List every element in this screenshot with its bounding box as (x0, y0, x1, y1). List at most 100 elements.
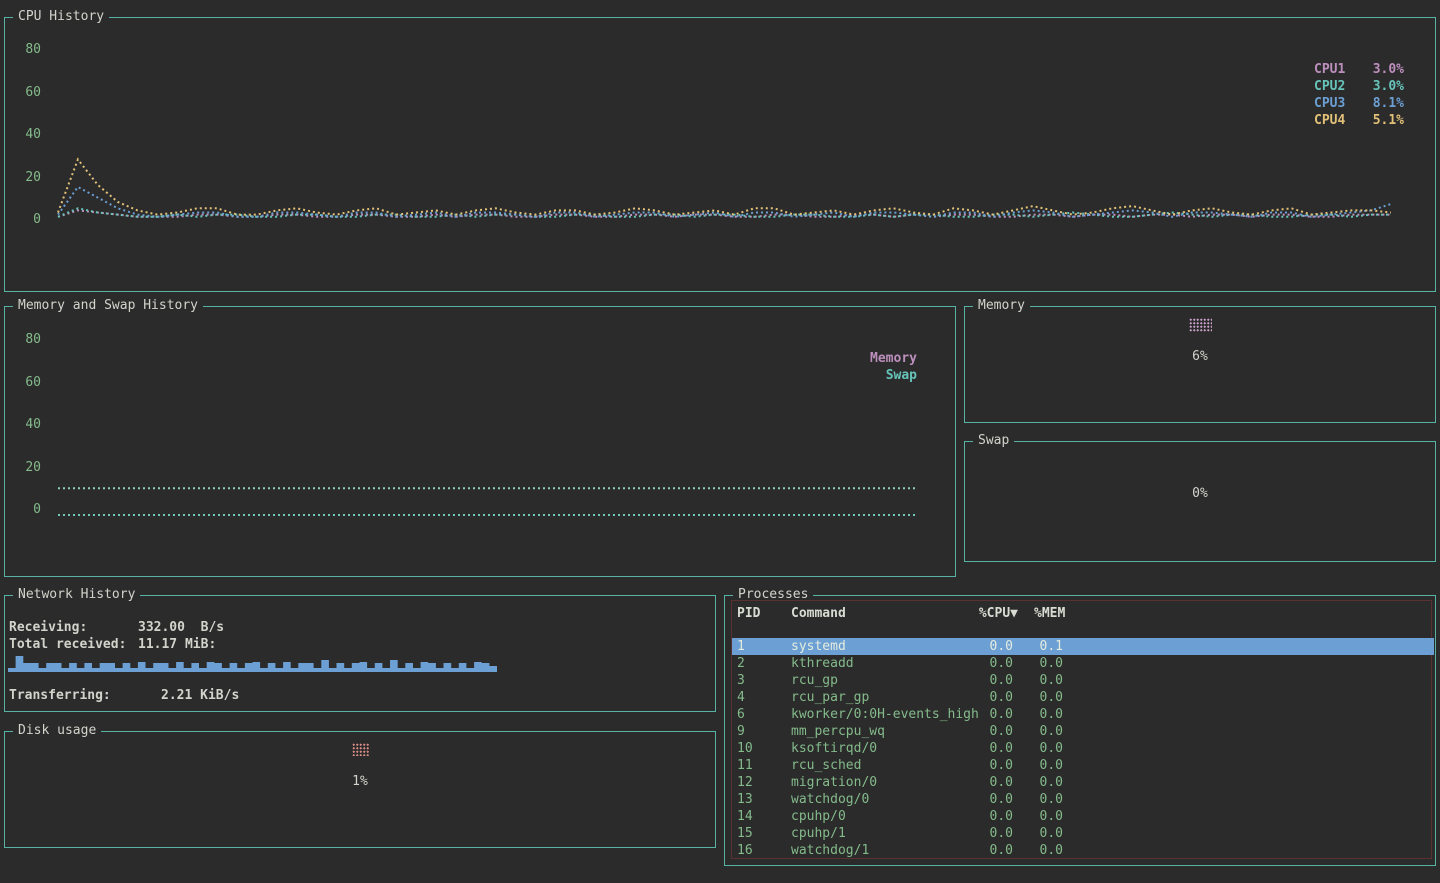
process-mem-percent: 0.0 (1013, 672, 1063, 689)
memory-usage-percent: 6% (965, 349, 1435, 364)
table-row[interactable]: 6kworker/0:0H-events_high0.00.0 (732, 706, 1434, 723)
process-command: systemd (791, 638, 846, 655)
process-cpu-percent: 0.0 (963, 723, 1013, 740)
process-command: rcu_gp (791, 672, 838, 689)
process-command: watchdog/1 (791, 842, 869, 859)
process-mem-percent: 0.0 (1013, 825, 1063, 842)
process-command: mm_percpu_wq (791, 723, 885, 740)
process-pid: 6 (737, 706, 745, 723)
column-header-command[interactable]: Command (791, 605, 846, 622)
process-pid: 3 (737, 672, 745, 689)
table-row[interactable]: 1systemd0.00.1 (732, 638, 1434, 655)
transferring-value: 2.21 KiB/s (161, 688, 239, 703)
process-table-header: PID Command %CPU▼ %MEM (732, 605, 1434, 622)
process-pid: 11 (737, 757, 753, 774)
process-command: cpuhp/1 (791, 825, 846, 842)
process-cpu-percent: 0.0 (963, 808, 1013, 825)
processes-panel: Processes PID Command %CPU▼ %MEM 1system… (724, 595, 1436, 866)
y-axis-tick: 60 (9, 375, 41, 391)
table-row[interactable]: 14cpuhp/00.00.0 (732, 808, 1434, 825)
y-axis-tick: 80 (9, 42, 41, 58)
memory-panel: Memory 6% (964, 306, 1436, 423)
y-axis-tick: 0 (9, 502, 41, 518)
column-header-mem[interactable]: %MEM (1034, 605, 1065, 622)
y-axis-tick: 60 (9, 85, 41, 101)
process-mem-percent: 0.0 (1013, 655, 1063, 672)
swap-title: Swap (973, 433, 1014, 449)
process-mem-percent: 0.0 (1013, 740, 1063, 757)
memory-swap-history-panel: Memory and Swap History 020406080 Memory… (4, 306, 956, 577)
cpu-legend-row: CPU3 8.1% (1314, 95, 1404, 112)
process-command: ksoftirqd/0 (791, 740, 877, 757)
process-pid: 16 (737, 842, 753, 859)
process-pid: 15 (737, 825, 753, 842)
cpu-legend-value: 3.0% (1373, 61, 1404, 78)
disk-usage-panel: Disk usage 1% (4, 731, 716, 848)
y-axis-tick: 40 (9, 417, 41, 433)
table-row[interactable]: 9 mm_percpu_wq 0.00.0 (732, 723, 1434, 740)
process-pid: 12 (737, 774, 753, 791)
cpu-history-chart (5, 18, 1435, 291)
table-row[interactable]: 11 rcu_sched 0.00.0 (732, 757, 1434, 774)
disk-usage-percent: 1% (5, 774, 715, 789)
memory-title: Memory (973, 298, 1030, 314)
memory-legend-label: Memory (777, 350, 917, 367)
table-row[interactable]: 2kthreadd0.00.0 (732, 655, 1434, 672)
y-axis-tick: 40 (9, 127, 41, 143)
cpu-legend-label: CPU1 (1314, 61, 1345, 78)
swap-panel: Swap 0% (964, 441, 1436, 562)
process-mem-percent: 0.0 (1013, 689, 1063, 706)
memory-usage-pie-icon (1189, 318, 1212, 332)
y-axis-tick: 80 (9, 332, 41, 348)
column-header-cpu-sort-desc[interactable]: %CPU▼ (963, 605, 1018, 622)
process-cpu-percent: 0.0 (963, 740, 1013, 757)
process-cpu-percent: 0.0 (963, 706, 1013, 723)
table-row[interactable]: 10 ksoftirqd/0 0.00.0 (732, 740, 1434, 757)
process-cpu-percent: 0.0 (963, 638, 1013, 655)
memory-swap-history-chart (5, 307, 955, 576)
network-history-chart (5, 596, 715, 711)
process-cpu-percent: 0.0 (963, 655, 1013, 672)
process-cpu-percent: 0.0 (963, 672, 1013, 689)
cpu-legend-value: 5.1% (1373, 112, 1404, 129)
process-command: migration/0 (791, 774, 877, 791)
cpu-legend-row: CPU23.0% (1314, 78, 1404, 95)
table-row[interactable]: 13watchdog/00.00.0 (732, 791, 1434, 808)
process-pid: 2 (737, 655, 745, 672)
cpu-legend-label: CPU3 (1314, 95, 1345, 112)
process-mem-percent: 0.0 (1013, 723, 1063, 740)
disk-usage-title: Disk usage (13, 723, 101, 739)
cpu-legend-value: 8.1% (1373, 95, 1404, 112)
cpu-legend-row: CPU1 3.0% (1314, 61, 1404, 78)
process-mem-percent: 0.0 (1013, 706, 1063, 723)
process-pid: 9 (737, 723, 745, 740)
table-row[interactable]: 4 rcu_par_gp 0.00.0 (732, 689, 1434, 706)
process-command: cpuhp/0 (791, 808, 846, 825)
process-pid: 4 (737, 689, 745, 706)
cpu-legend: CPU1 3.0%CPU23.0%CPU3 8.1% CPU4 5.1% (1314, 61, 1404, 129)
process-cpu-percent: 0.0 (963, 825, 1013, 842)
y-axis-tick: 20 (9, 460, 41, 476)
process-mem-percent: 0.0 (1013, 791, 1063, 808)
disk-usage-pie-icon (352, 743, 369, 756)
cpu-legend-label: CPU2 (1314, 78, 1345, 95)
process-pid: 10 (737, 740, 753, 757)
cpu-legend-label: CPU4 (1314, 112, 1345, 129)
process-command: rcu_sched (791, 757, 861, 774)
swap-usage-percent: 0% (965, 486, 1435, 501)
system-monitor-screen: CPU History 020406080 CPU13.0%CPU23.0%CP… (0, 0, 1440, 883)
memory-swap-legend: Memory Swap (777, 350, 917, 384)
process-command: rcu_par_gp (791, 689, 869, 706)
table-row[interactable]: 12migration/00.00.0 (732, 774, 1434, 791)
network-history-panel: Network History Receiving: 332.00 B/s To… (4, 595, 716, 712)
process-mem-percent: 0.1 (1013, 638, 1063, 655)
process-cpu-percent: 0.0 (963, 689, 1013, 706)
process-cpu-percent: 0.0 (963, 757, 1013, 774)
process-mem-percent: 0.0 (1013, 757, 1063, 774)
y-axis-tick: 20 (9, 170, 41, 186)
table-row[interactable]: 16watchdog/10.00.0 (732, 842, 1434, 859)
table-row[interactable]: 3 rcu_gp 0.00.0 (732, 672, 1434, 689)
column-header-pid[interactable]: PID (737, 605, 760, 622)
process-cpu-percent: 0.0 (963, 842, 1013, 859)
table-row[interactable]: 15 cpuhp/1 0.00.0 (732, 825, 1434, 842)
